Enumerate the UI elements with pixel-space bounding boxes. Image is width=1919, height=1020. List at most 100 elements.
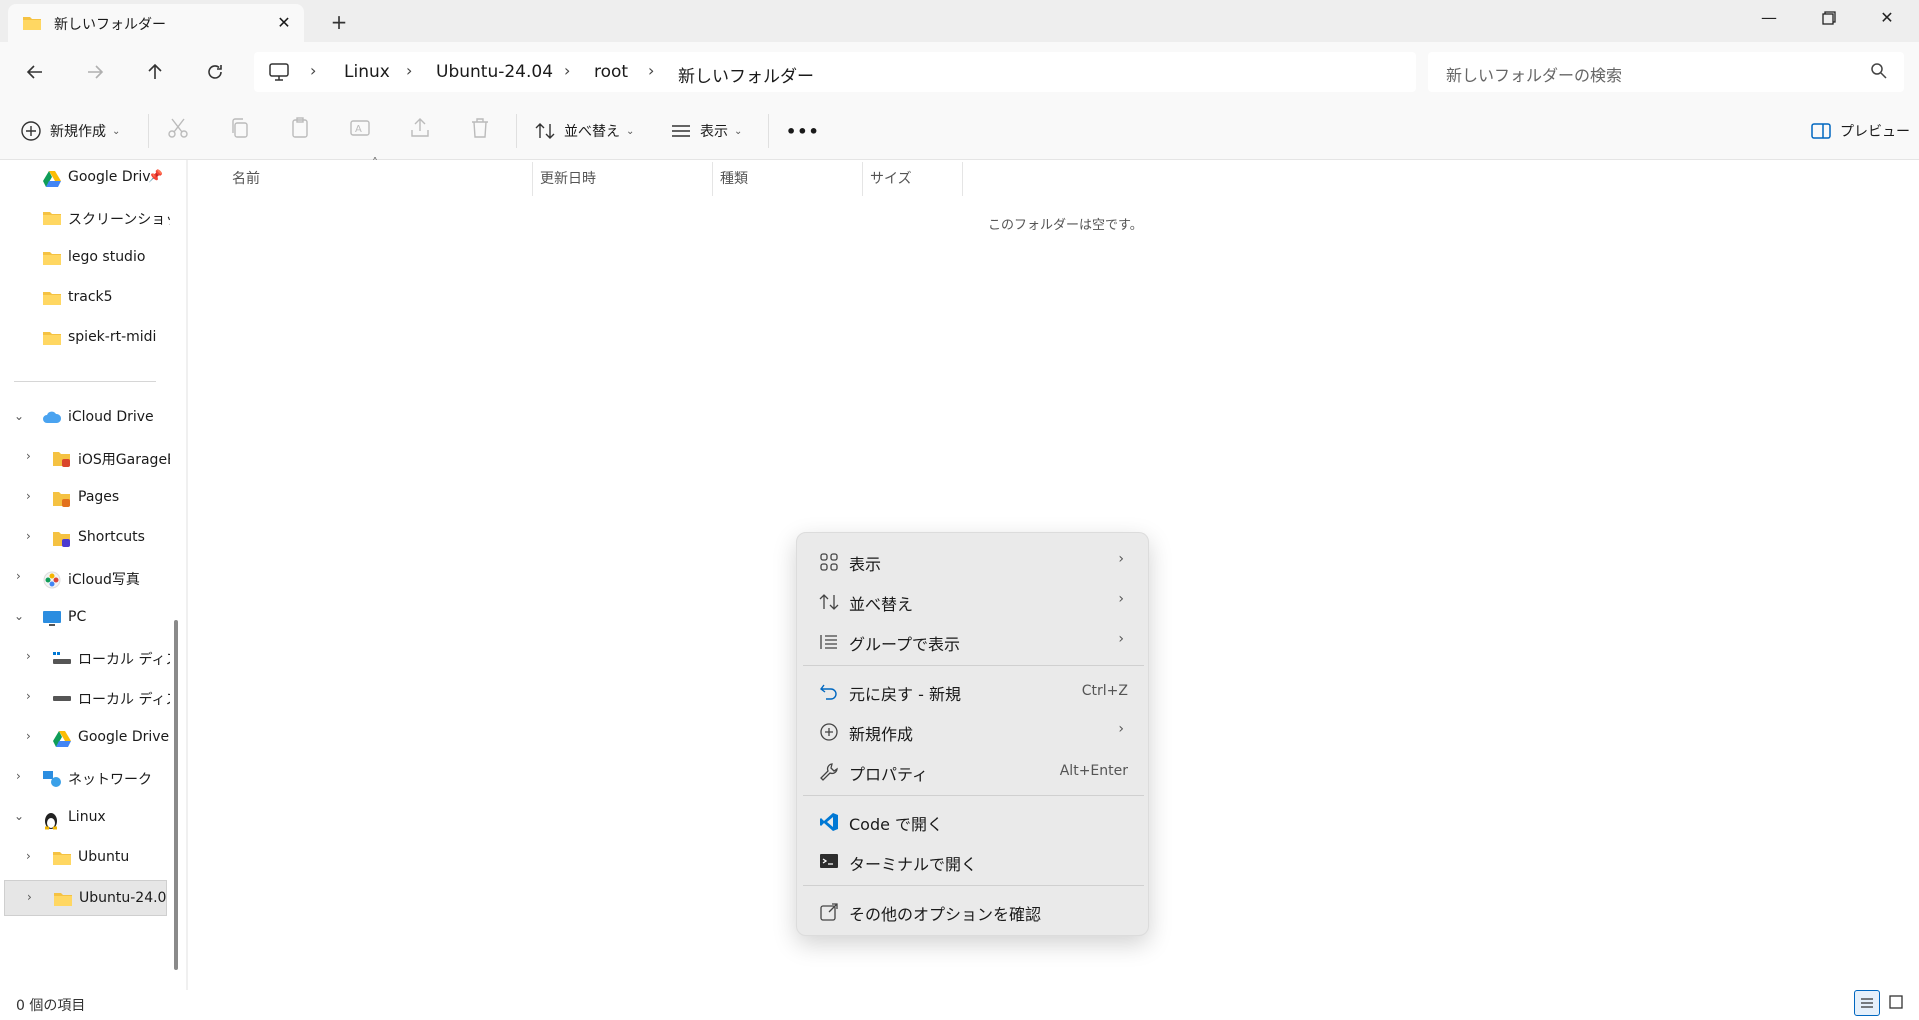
- chevron-right-icon[interactable]: ›: [16, 569, 21, 583]
- copy-icon[interactable]: [228, 116, 260, 148]
- column-divider[interactable]: [532, 162, 533, 196]
- breadcrumb-root[interactable]: root: [594, 62, 628, 82]
- sidebar-item-linux[interactable]: ⌄ Linux: [0, 800, 170, 836]
- chevron-right-icon[interactable]: ›: [26, 489, 31, 503]
- chevron-right-icon[interactable]: ›: [27, 890, 32, 904]
- column-header-size[interactable]: サイズ: [870, 168, 912, 188]
- menu-item-label: プロパティ: [849, 765, 929, 784]
- sidebar-item-label: Ubuntu: [78, 849, 130, 865]
- sidebar-item-icloud-drive[interactable]: ⌄ iCloud Drive: [0, 400, 170, 436]
- sidebar-item-ubuntu[interactable]: › Ubuntu: [0, 840, 170, 876]
- chevron-right-icon[interactable]: ›: [648, 61, 654, 80]
- sidebar-item-shortcuts[interactable]: › Shortcuts: [0, 520, 170, 556]
- app-folder-icon: [52, 530, 72, 552]
- menu-item-view[interactable]: 表示 ›: [803, 541, 1144, 581]
- cut-icon[interactable]: [166, 116, 198, 148]
- sidebar-item-screenshots[interactable]: スクリーンショット: [0, 200, 170, 236]
- back-button[interactable]: [18, 56, 52, 88]
- google-drive-icon: [52, 730, 72, 752]
- menu-item-sort[interactable]: 並べ替え ›: [803, 581, 1144, 621]
- tab-active[interactable]: 新しいフォルダー ✕: [8, 4, 304, 42]
- pin-icon: 📌: [148, 169, 163, 183]
- sidebar-item-spiek-rt-midi[interactable]: spiek-rt-midi: [0, 320, 170, 356]
- column-header-name[interactable]: 名前: [232, 168, 260, 188]
- chevron-right-icon[interactable]: ›: [564, 61, 570, 80]
- search-placeholder[interactable]: 新しいフォルダーの検索: [1446, 62, 1622, 86]
- menu-item-group-by[interactable]: グループで表示 ›: [803, 621, 1144, 661]
- menu-item-properties[interactable]: プロパティ Alt+Enter: [803, 751, 1144, 791]
- delete-icon[interactable]: [468, 116, 500, 148]
- minimize-button[interactable]: —: [1740, 0, 1798, 36]
- sidebar-item-local-disk-c[interactable]: › ローカル ディスク: [0, 640, 170, 676]
- sidebar-item-track5[interactable]: track5: [0, 280, 170, 316]
- restore-button[interactable]: [1800, 0, 1858, 36]
- tab-close-icon[interactable]: ✕: [272, 11, 296, 35]
- sidebar-item-lego-studio[interactable]: lego studio: [0, 240, 170, 276]
- plus-circle-icon: [21, 121, 41, 141]
- chevron-right-icon[interactable]: ›: [26, 689, 31, 703]
- sidebar-item-label: スクリーンショット: [68, 212, 170, 228]
- sidebar-item-google-drive[interactable]: › Google Drive: [0, 720, 170, 756]
- sidebar-item-network[interactable]: › ネットワーク: [0, 760, 170, 796]
- sidebar-item-google-drive-pinned[interactable]: Google Driv 📌: [0, 160, 170, 196]
- column-divider[interactable]: [962, 162, 963, 196]
- chevron-right-icon[interactable]: ›: [26, 449, 31, 463]
- app-folder-icon: [52, 490, 72, 512]
- sort-icon: [819, 592, 839, 616]
- menu-item-undo[interactable]: 元に戻す - 新規 Ctrl+Z: [803, 671, 1144, 711]
- chevron-down-icon[interactable]: ⌄: [14, 609, 24, 623]
- sidebar-item-label: iOS用GarageB: [78, 452, 170, 468]
- sort-button[interactable]: 並べ替え ⌄: [534, 114, 634, 148]
- sidebar-item-ios-garageband[interactable]: › iOS用GarageB: [0, 440, 170, 476]
- paste-icon[interactable]: [288, 116, 320, 148]
- chevron-down-icon[interactable]: ⌄: [14, 409, 24, 423]
- menu-item-open-in-terminal[interactable]: ターミナルで開く: [803, 841, 1144, 881]
- chevron-right-icon[interactable]: ›: [16, 769, 21, 783]
- chevron-right-icon[interactable]: ›: [26, 529, 31, 543]
- column-header-type[interactable]: 種類: [720, 168, 748, 188]
- breadcrumb-linux[interactable]: Linux: [344, 62, 390, 82]
- close-window-button[interactable]: ✕: [1858, 0, 1916, 36]
- refresh-button[interactable]: [198, 56, 232, 88]
- sidebar-item-label: Shortcuts: [78, 529, 145, 545]
- search-box[interactable]: 新しいフォルダーの検索: [1428, 52, 1904, 92]
- share-icon[interactable]: [408, 116, 440, 148]
- preview-button[interactable]: プレビュー: [1810, 114, 1910, 148]
- column-divider[interactable]: [862, 162, 863, 196]
- chevron-down-icon[interactable]: ⌄: [14, 809, 24, 823]
- sidebar-item-pages[interactable]: › Pages: [0, 480, 170, 516]
- forward-button[interactable]: [78, 56, 112, 88]
- view-button[interactable]: 表示 ⌄: [670, 114, 742, 148]
- app-folder-icon: [52, 450, 72, 472]
- column-header-modified[interactable]: 更新日時: [540, 168, 596, 188]
- sidebar-item-ubuntu-24-04[interactable]: › Ubuntu-24.04: [4, 880, 167, 916]
- google-drive-icon: [42, 170, 62, 192]
- chevron-down-icon: ⌄: [734, 125, 743, 137]
- rename-icon[interactable]: A: [348, 116, 380, 148]
- tiles-view-button[interactable]: [1884, 990, 1910, 1016]
- menu-item-show-more-options[interactable]: その他のオプションを確認: [803, 891, 1144, 931]
- more-options-button[interactable]: •••: [786, 114, 820, 148]
- new-button[interactable]: 新規作成 ⌄: [20, 114, 120, 148]
- chevron-right-icon[interactable]: ›: [26, 649, 31, 663]
- sidebar-item-icloud-photos[interactable]: › iCloud写真: [0, 560, 170, 596]
- sidebar-item-pc[interactable]: ⌄ PC: [0, 600, 170, 636]
- menu-item-open-in-code[interactable]: Code で開く: [803, 801, 1144, 841]
- photos-icon: [42, 570, 62, 594]
- breadcrumb-ubuntu[interactable]: Ubuntu-24.04: [436, 62, 553, 82]
- new-tab-button[interactable]: +: [326, 10, 352, 36]
- details-view-button[interactable]: [1854, 990, 1880, 1016]
- chevron-right-icon[interactable]: ›: [310, 61, 316, 80]
- chevron-right-icon[interactable]: ›: [26, 729, 31, 743]
- pc-icon[interactable]: [268, 62, 290, 86]
- column-divider[interactable]: [712, 162, 713, 196]
- up-button[interactable]: [138, 56, 172, 88]
- search-icon[interactable]: [1870, 62, 1888, 84]
- chevron-right-icon[interactable]: ›: [406, 61, 412, 80]
- chevron-right-icon[interactable]: ›: [26, 849, 31, 863]
- sidebar-item-local-disk-d[interactable]: › ローカル ディスク: [0, 680, 170, 716]
- menu-item-new[interactable]: 新規作成 ›: [803, 711, 1144, 751]
- breadcrumb[interactable]: › Linux › Ubuntu-24.04 › root › 新しいフォルダー: [254, 52, 1416, 92]
- sidebar-scrollbar-thumb[interactable]: [174, 620, 178, 970]
- breadcrumb-current[interactable]: 新しいフォルダー: [678, 62, 814, 87]
